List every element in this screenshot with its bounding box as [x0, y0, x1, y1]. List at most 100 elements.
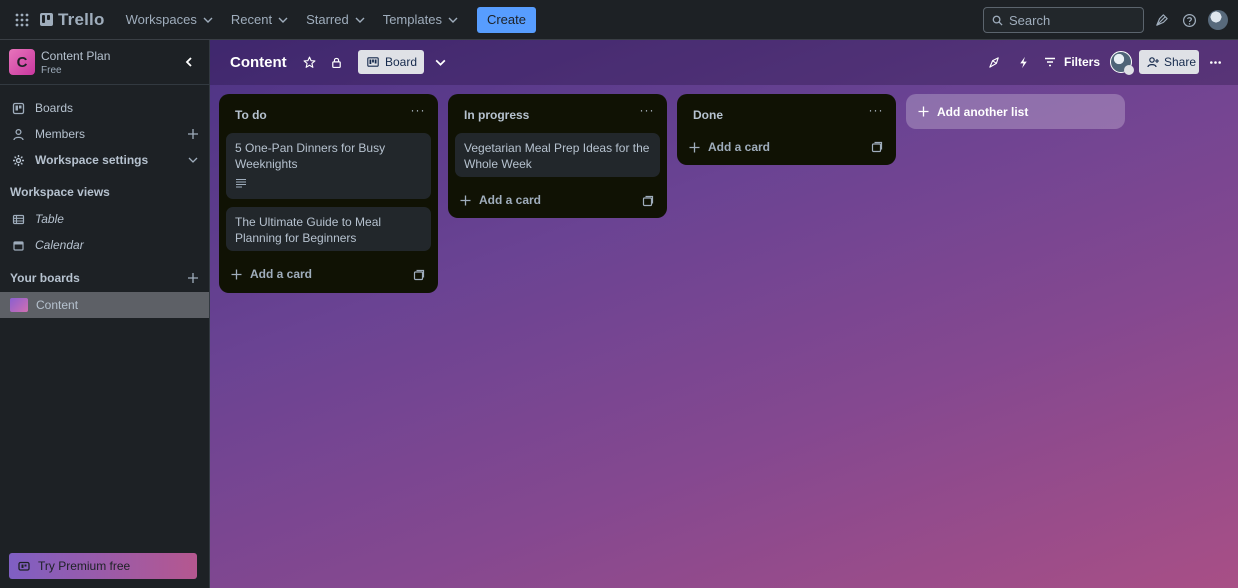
add-card-label: Add a card [250, 267, 313, 281]
automation-icon[interactable] [1014, 53, 1032, 71]
search-input[interactable]: Search [983, 7, 1144, 33]
workspace-plan: Free [41, 64, 62, 76]
board-canvas: Content Board Filters Share To do ··· 5 … [210, 40, 1238, 588]
board-view-icon [367, 57, 379, 67]
premium-icon [18, 561, 30, 571]
sidebar-item-label: Workspace settings [35, 153, 149, 167]
plus-icon [231, 269, 242, 279]
share-label: Share [1164, 55, 1197, 69]
add-list-label: Add another list [937, 104, 1029, 119]
list-menu-icon[interactable]: ··· [868, 104, 884, 119]
search-icon [992, 15, 1003, 26]
plus-icon [460, 195, 471, 205]
filters-label: Filters [1064, 55, 1101, 69]
person-icon [12, 128, 25, 141]
brand-name: Trello [58, 9, 105, 29]
nav-workspaces-button[interactable]: Workspaces [117, 4, 222, 36]
add-card-button[interactable]: Add a card [689, 140, 770, 154]
sidebar-board-content[interactable]: Content [0, 292, 209, 318]
filters-button[interactable]: Filters [1044, 52, 1100, 72]
add-card-button[interactable]: Add a card [460, 193, 541, 207]
nav-templates-button[interactable]: Templates [374, 4, 467, 36]
board-thumbnail [10, 298, 28, 312]
sidebar-item-calendar[interactable]: Calendar [0, 233, 209, 257]
account-avatar[interactable] [1208, 10, 1228, 30]
premium-label: Try Premium free [38, 559, 131, 573]
calendar-icon [12, 239, 25, 252]
chevron-down-icon[interactable] [431, 53, 449, 71]
search-placeholder: Search [1009, 12, 1051, 28]
add-list-button[interactable]: Add another list [906, 94, 1125, 129]
nav-label: Workspaces [125, 12, 197, 27]
table-icon [12, 213, 25, 226]
nav-starred-button[interactable]: Starred [297, 4, 374, 36]
top-bar: Trello Workspaces Recent Starred Templat… [0, 0, 1238, 40]
workspace-badge[interactable]: C [9, 49, 35, 75]
sidebar-item-members[interactable]: Members [0, 122, 209, 146]
workspace-views-heading: Workspace views [10, 185, 110, 199]
board-icon [12, 102, 25, 115]
chevron-down-icon[interactable] [187, 154, 199, 166]
add-card-button[interactable]: Add a card [231, 267, 312, 281]
sidebar-item-table[interactable]: Table [0, 207, 209, 231]
share-button[interactable]: Share [1139, 50, 1199, 74]
list-menu-icon[interactable]: ··· [410, 104, 426, 119]
list-menu-icon[interactable]: ··· [639, 104, 655, 119]
plus-icon [918, 106, 929, 117]
add-card-label: Add a card [708, 140, 771, 154]
board-view-label: Board [385, 55, 418, 69]
help-icon[interactable] [1179, 10, 1199, 30]
chevron-down-icon [355, 17, 365, 23]
power-ups-icon[interactable] [985, 53, 1003, 71]
sidebar-item-boards[interactable]: Boards [0, 96, 209, 120]
admin-badge-icon [1124, 65, 1134, 75]
star-icon[interactable] [300, 53, 318, 71]
card-title: 5 One-Pan Dinners for Busy Weeknights [235, 141, 386, 171]
description-icon [236, 178, 246, 188]
add-member-icon[interactable] [187, 128, 199, 140]
gear-icon [12, 154, 25, 167]
sidebar-item-label: Members [35, 127, 86, 141]
notifications-icon[interactable] [1151, 10, 1171, 30]
try-premium-button[interactable]: Try Premium free [9, 553, 197, 579]
board-menu-icon[interactable] [1206, 53, 1224, 71]
list-in-progress: In progress ··· Vegetarian Meal Prep Ide… [448, 94, 667, 218]
create-from-template-icon[interactable] [413, 268, 425, 281]
create-from-template-icon[interactable] [642, 194, 654, 207]
trello-logo-icon [40, 13, 53, 26]
card[interactable]: 5 One-Pan Dinners for Busy Weeknights [226, 133, 431, 199]
visibility-lock-icon[interactable] [327, 53, 345, 71]
sidebar-item-workspace-settings[interactable]: Workspace settings [0, 148, 209, 172]
chevron-down-icon [278, 17, 288, 23]
sidebar: C Content Plan Free Boards Members Works… [0, 40, 210, 588]
list-to-do: To do ··· 5 One-Pan Dinners for Busy Wee… [219, 94, 438, 293]
plus-icon [689, 142, 700, 152]
add-card-label: Add a card [479, 193, 542, 207]
trello-logo[interactable]: Trello [40, 10, 105, 30]
card-title: The Ultimate Guide to Meal Planning for … [235, 215, 382, 245]
workspace-name: Content Plan [41, 48, 111, 63]
chevron-left-icon [185, 57, 192, 67]
card[interactable]: Vegetarian Meal Prep Ideas for the Whole… [455, 133, 660, 177]
board-title[interactable]: Content [230, 54, 287, 71]
collapse-sidebar-button[interactable] [177, 50, 201, 74]
list-title[interactable]: In progress [464, 108, 529, 122]
card-title: Vegetarian Meal Prep Ideas for the Whole… [464, 141, 650, 171]
nav-recent-button[interactable]: Recent [222, 4, 297, 36]
list-title[interactable]: To do [235, 108, 267, 122]
list-title[interactable]: Done [693, 108, 723, 122]
add-board-icon[interactable] [187, 271, 199, 283]
create-button[interactable]: Create [476, 6, 536, 33]
chevron-down-icon [448, 17, 458, 23]
create-from-template-icon[interactable] [871, 140, 883, 153]
board-view-button[interactable]: Board [358, 50, 424, 74]
add-person-icon [1147, 57, 1159, 68]
filter-icon [1045, 57, 1055, 67]
nav-label: Recent [230, 12, 273, 27]
sidebar-item-label: Boards [35, 101, 74, 115]
your-boards-heading: Your boards [10, 271, 80, 285]
workspace-header: C Content Plan Free [0, 40, 209, 85]
app-switcher-icon[interactable] [10, 8, 34, 32]
card[interactable]: The Ultimate Guide to Meal Planning for … [226, 207, 431, 251]
list-done: Done ··· Add a card [677, 94, 896, 165]
